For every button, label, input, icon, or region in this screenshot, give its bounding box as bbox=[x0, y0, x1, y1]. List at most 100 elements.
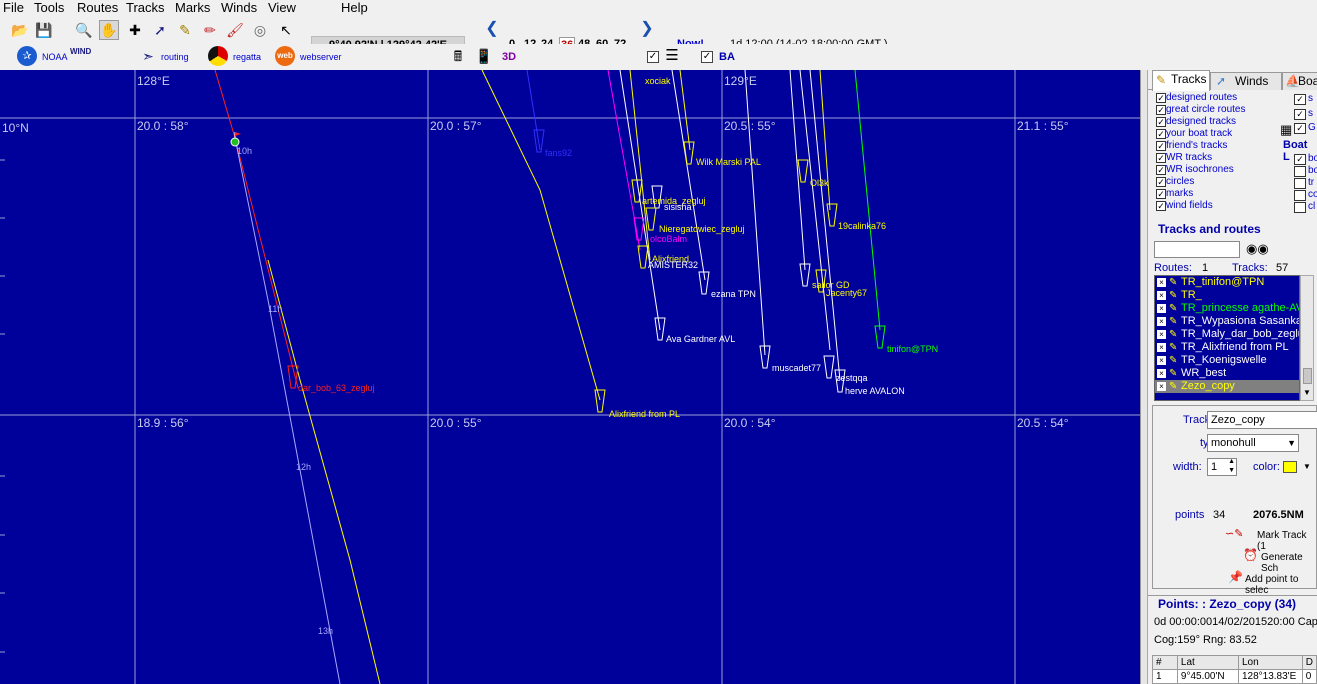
track-list-item[interactable]: × ✎ TR_ bbox=[1155, 289, 1299, 302]
edit-track-icon[interactable]: ✎ bbox=[1169, 289, 1177, 302]
boat-label[interactable]: dar_bob_63_zegluj bbox=[298, 383, 375, 393]
webserver-icon[interactable]: web bbox=[275, 46, 295, 66]
prev-time-icon[interactable]: ❮ bbox=[482, 19, 502, 39]
table-header-cell[interactable]: Lon bbox=[1237, 655, 1303, 670]
boat-label[interactable]: xociak bbox=[645, 76, 671, 86]
boat-label[interactable]: sisisha bbox=[664, 202, 692, 212]
track-list-item[interactable]: × ✎ Zezo_copy bbox=[1155, 380, 1299, 393]
scroll-down-icon[interactable]: ▼ bbox=[1303, 388, 1311, 397]
menu-tracks[interactable]: Tracks bbox=[126, 0, 165, 15]
track-list-item[interactable]: × ✎ WR_best bbox=[1155, 367, 1299, 380]
delete-track-icon[interactable]: × bbox=[1157, 278, 1166, 287]
boat-layer-checkbox[interactable] bbox=[1294, 190, 1306, 201]
layer-row[interactable]: ✓ designed routes bbox=[1152, 92, 1245, 104]
layer-row[interactable]: ✓ designed tracks bbox=[1152, 116, 1245, 128]
layer-row[interactable]: ✓ circles bbox=[1152, 176, 1245, 188]
type-select[interactable]: monohull ▼ bbox=[1207, 434, 1299, 452]
pointer-icon[interactable]: ↖ bbox=[276, 20, 296, 40]
color-swatch[interactable] bbox=[1283, 461, 1297, 473]
tab-winds[interactable]: ➚ Winds bbox=[1210, 72, 1282, 90]
edit-track-icon[interactable]: ✎ bbox=[1169, 341, 1177, 354]
layer-row[interactable]: ✓ WR tracks bbox=[1152, 152, 1245, 164]
binoculars-icon[interactable]: ◉◉ bbox=[1246, 241, 1269, 257]
edit-track-icon[interactable]: ✎ bbox=[1169, 354, 1177, 367]
add-point-button[interactable]: Add point to selec bbox=[1245, 574, 1316, 596]
target-icon[interactable]: ◎ bbox=[250, 20, 270, 40]
layer-row[interactable]: ✓ your boat track bbox=[1152, 128, 1245, 140]
layer-checkbox[interactable]: ✓ bbox=[1156, 177, 1166, 187]
regatta-icon[interactable] bbox=[208, 46, 228, 66]
layer-checkbox[interactable]: ✓ bbox=[1156, 189, 1166, 199]
routing-icon[interactable]: ➣ bbox=[138, 46, 158, 66]
boat-label[interactable]: AMISTER32 bbox=[648, 260, 698, 270]
tracks-list[interactable]: × ✎ TR_tinifon@TPN × ✎ TR_ × ✎ TR_princesse agat… bbox=[1154, 275, 1300, 401]
track-name-field[interactable]: Zezo_copy bbox=[1207, 411, 1317, 429]
boat-label[interactable]: Wilk Marski PAL bbox=[696, 157, 761, 167]
boat-label[interactable]: 19calinka76 bbox=[838, 221, 886, 231]
track-list-item[interactable]: × ✎ TR_tinifon@TPN bbox=[1155, 276, 1299, 289]
boat-label[interactable]: fans92 bbox=[545, 148, 572, 158]
boat-layer-checkbox[interactable] bbox=[1294, 202, 1306, 213]
menu-help[interactable]: Help bbox=[341, 0, 368, 15]
map-canvas[interactable]: 128°E 129°E 10°N 20.0 : 58° 20.0 : 57° 2… bbox=[0, 70, 1140, 684]
tab-boat[interactable]: ⛵ Boa bbox=[1282, 72, 1317, 90]
width-stepper[interactable]: 1 ▲ ▼ bbox=[1207, 458, 1237, 476]
layer-checkbox[interactable]: ✓ bbox=[1156, 201, 1166, 211]
route-draw-icon[interactable]: ➚ bbox=[150, 20, 170, 40]
layer-checkbox[interactable]: ✓ bbox=[1156, 129, 1166, 139]
track-list-item[interactable]: × ✎ TR_Wypasiona Sasanka bbox=[1155, 315, 1299, 328]
track-search-input[interactable] bbox=[1154, 241, 1240, 258]
boat-label[interactable]: muscadet77 bbox=[772, 363, 821, 373]
boat-label[interactable]: Ol3k bbox=[810, 178, 829, 188]
edit-track-icon[interactable]: ✎ bbox=[1169, 315, 1177, 328]
layer-checkbox[interactable]: ✓ bbox=[1156, 165, 1166, 175]
layer-checkbox[interactable]: ✓ bbox=[1294, 94, 1306, 105]
boat-label[interactable]: ezana TPN bbox=[711, 289, 756, 299]
gps-icon[interactable]: 📱 bbox=[474, 46, 494, 66]
tracks-list-scrollbar[interactable]: ▼ bbox=[1300, 275, 1314, 401]
boat-layer-checkbox[interactable] bbox=[1294, 178, 1306, 189]
brush-icon[interactable]: 🖌 bbox=[225, 20, 245, 40]
edit-track-icon[interactable]: ✎ bbox=[1169, 367, 1177, 380]
menu-marks[interactable]: Marks bbox=[175, 0, 210, 15]
next-time-icon[interactable]: ❯ bbox=[637, 19, 657, 39]
layer-row[interactable]: ✓ friend's tracks bbox=[1152, 140, 1245, 152]
delete-track-icon[interactable]: × bbox=[1157, 304, 1166, 313]
pen-icon[interactable]: ✎ bbox=[175, 20, 195, 40]
table-header-cell[interactable]: Lat bbox=[1176, 655, 1239, 670]
list-menu-icon[interactable]: ☰ bbox=[662, 46, 682, 66]
delete-track-icon[interactable]: × bbox=[1157, 317, 1166, 326]
layer-checkbox[interactable]: ✓ bbox=[1156, 93, 1166, 103]
three-d-button[interactable]: 3D bbox=[502, 51, 516, 63]
noaa-label[interactable]: NOAA bbox=[42, 52, 68, 62]
layer-checkbox[interactable]: ✓ bbox=[1294, 109, 1306, 120]
boat-label[interactable]: herve AVALON bbox=[845, 386, 905, 396]
layer-row[interactable]: ✓ wind fields bbox=[1152, 200, 1245, 212]
mark-track-button[interactable]: Mark Track (1 bbox=[1257, 530, 1316, 552]
delete-track-icon[interactable]: × bbox=[1157, 369, 1166, 378]
open-folder-icon[interactable]: 📂 bbox=[10, 20, 30, 40]
boat-layer-checkbox[interactable]: ✓ bbox=[1294, 154, 1306, 165]
boat-label[interactable]: olcoBalm bbox=[650, 234, 687, 244]
table-header-cell[interactable]: # bbox=[1152, 655, 1178, 670]
layer-checkbox[interactable]: ✓ bbox=[1156, 153, 1166, 163]
boat-label[interactable]: tinifon@TPN bbox=[887, 344, 938, 354]
menu-file[interactable]: File bbox=[3, 0, 24, 15]
ruler-icon[interactable]: ✚ bbox=[125, 20, 145, 40]
edit-track-icon[interactable]: ✎ bbox=[1169, 328, 1177, 341]
menu-tools[interactable]: Tools bbox=[34, 0, 64, 15]
layer-toggle-checkbox[interactable]: ✓ bbox=[647, 51, 659, 63]
save-icon[interactable]: 💾 bbox=[34, 20, 54, 40]
noaa-icon[interactable]: ✰ bbox=[17, 46, 37, 66]
color-dropdown-icon[interactable]: ▼ bbox=[1303, 462, 1311, 471]
regatta-label[interactable]: regatta bbox=[233, 52, 261, 62]
splitter[interactable] bbox=[1140, 70, 1148, 684]
scroll-thumb[interactable] bbox=[1303, 368, 1312, 384]
zoom-icon[interactable]: 🔍 bbox=[74, 20, 94, 40]
layer-checkbox[interactable]: ✓ bbox=[1156, 117, 1166, 127]
layer-checkbox[interactable]: ✓ bbox=[1156, 141, 1166, 151]
delete-track-icon[interactable]: × bbox=[1157, 343, 1166, 352]
table-header-cell[interactable]: D bbox=[1301, 655, 1317, 670]
layer-checkbox[interactable]: ✓ bbox=[1294, 123, 1306, 134]
menu-view[interactable]: View bbox=[268, 0, 296, 15]
